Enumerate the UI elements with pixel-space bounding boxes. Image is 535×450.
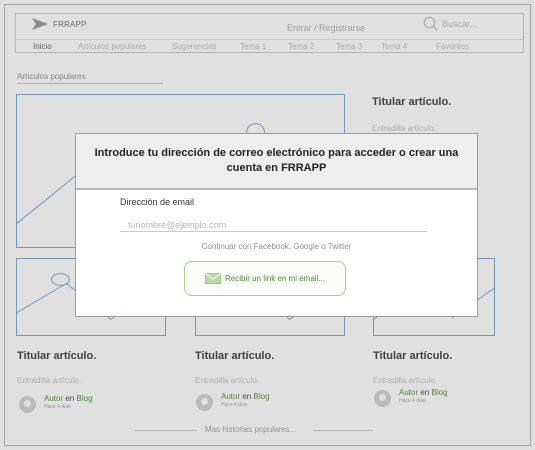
- send-email-link-button[interactable]: Recibir un link en mi email...: [184, 261, 346, 296]
- login-modal: Introduce tu dirección de correo electró…: [75, 133, 478, 317]
- modal-title: Introduce tu dirección de correo electró…: [94, 147, 459, 174]
- send-email-link-label: Recibir un link en mi email...: [224, 274, 326, 283]
- envelope-icon: [204, 273, 221, 284]
- social-login-link[interactable]: Continuar con Facebook, Google o Twitter: [76, 242, 477, 251]
- modal-header: Introduce tu dirección de correo electró…: [76, 134, 477, 190]
- email-label: Dirección de email: [120, 197, 195, 207]
- email-input[interactable]: [120, 218, 427, 232]
